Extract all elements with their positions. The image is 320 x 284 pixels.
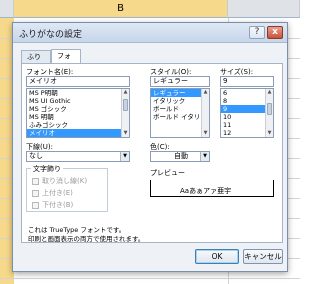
tab-font[interactable]: フォント [51, 49, 81, 72]
close-button[interactable]: x [267, 26, 283, 39]
size-list[interactable]: 6 8 9 10 11 12 ▲ ▼ [220, 88, 274, 138]
checkbox-icon[interactable] [32, 189, 39, 197]
effects-group: 文字飾り 取り消し線(K) 上付き(E) 下付き(B) [26, 164, 108, 212]
scroll-up-icon[interactable]: ▲ [202, 89, 209, 96]
color-value: 自動 [174, 152, 188, 160]
underline-value: なし [29, 152, 43, 160]
list-item[interactable]: MS ゴシック [27, 105, 129, 113]
color-dropdown[interactable]: 自動 ▼ [150, 151, 210, 162]
font-name-list[interactable]: MS P明朝 MS UI Gothic MS ゴシック MS 明朝 ふみゴシック… [26, 88, 130, 138]
scroll-thumb[interactable] [123, 99, 128, 111]
tab-furigana[interactable]: ふりがな [21, 50, 51, 73]
preview-label: プレビュー [150, 169, 185, 177]
chevron-down-icon[interactable]: ▼ [120, 152, 129, 161]
checkbox-icon[interactable] [32, 201, 39, 209]
column-header-a[interactable] [0, 0, 14, 18]
list-item[interactable]: MS UI Gothic [27, 97, 129, 105]
strikethrough-checkbox[interactable]: 取り消し線(K) [32, 176, 87, 186]
checkbox-icon[interactable] [32, 177, 39, 185]
preview-tick [150, 180, 151, 197]
checkbox-label: 上付き(E) [42, 189, 73, 197]
column-header-c[interactable] [228, 0, 300, 18]
chevron-down-icon[interactable]: ▼ [200, 152, 209, 161]
list-item[interactable]: MS P明朝 [27, 89, 129, 97]
phonetic-settings-dialog: ふりがなの設定 ? x ふりがな フォント フォント名(E): メイリオ MS … [12, 22, 288, 272]
font-tab-panel: フォント名(E): メイリオ MS P明朝 MS UI Gothic MS ゴシ… [21, 63, 283, 243]
scroll-down-icon[interactable]: ▼ [202, 130, 209, 137]
help-button[interactable]: ? [249, 26, 265, 39]
style-input[interactable]: レギュラー [150, 76, 210, 87]
superscript-checkbox[interactable]: 上付き(E) [32, 188, 73, 198]
preview-baseline [150, 196, 274, 197]
ok-button[interactable]: OK [195, 249, 239, 264]
list-item[interactable]: MS 明朝 [27, 113, 129, 121]
font-name-input[interactable]: メイリオ [26, 76, 130, 87]
dialog-titlebar[interactable]: ふりがなの設定 ? x [13, 23, 287, 43]
font-note-line-2: 印刷と画面表示の両方で使用されます。 [28, 235, 145, 243]
scrollbar[interactable]: ▲ ▼ [201, 89, 209, 137]
checkbox-label: 取り消し線(K) [42, 177, 88, 185]
scroll-up-icon[interactable]: ▲ [266, 89, 273, 96]
scroll-thumb[interactable] [267, 103, 272, 115]
underline-dropdown[interactable]: なし ▼ [26, 151, 130, 162]
size-input[interactable]: 9 [220, 76, 274, 87]
scroll-down-icon[interactable]: ▼ [122, 130, 129, 137]
style-list[interactable]: レギュラー イタリック ボールド ボールド イタリック ▲ ▼ [150, 88, 210, 138]
gridline [0, 278, 300, 279]
list-item[interactable]: ふみゴシック [27, 121, 129, 129]
dialog-title: ふりがなの設定 [19, 30, 83, 40]
column-header-b[interactable]: B [14, 0, 228, 18]
subscript-checkbox[interactable]: 下付き(B) [32, 200, 73, 210]
scrollbar[interactable]: ▲ ▼ [121, 89, 129, 137]
effects-group-title: 文字飾り [31, 164, 63, 174]
list-item-selected[interactable]: メイリオ [27, 129, 129, 137]
scrollbar[interactable]: ▲ ▼ [265, 89, 273, 137]
cancel-button[interactable]: キャンセル [243, 249, 283, 264]
scroll-down-icon[interactable]: ▼ [266, 130, 273, 137]
scroll-up-icon[interactable]: ▲ [122, 89, 129, 96]
checkbox-label: 下付き(B) [42, 201, 74, 209]
preview-tick [273, 180, 274, 197]
preview-sample: Aaあぁアァ亜宇 [180, 187, 232, 195]
